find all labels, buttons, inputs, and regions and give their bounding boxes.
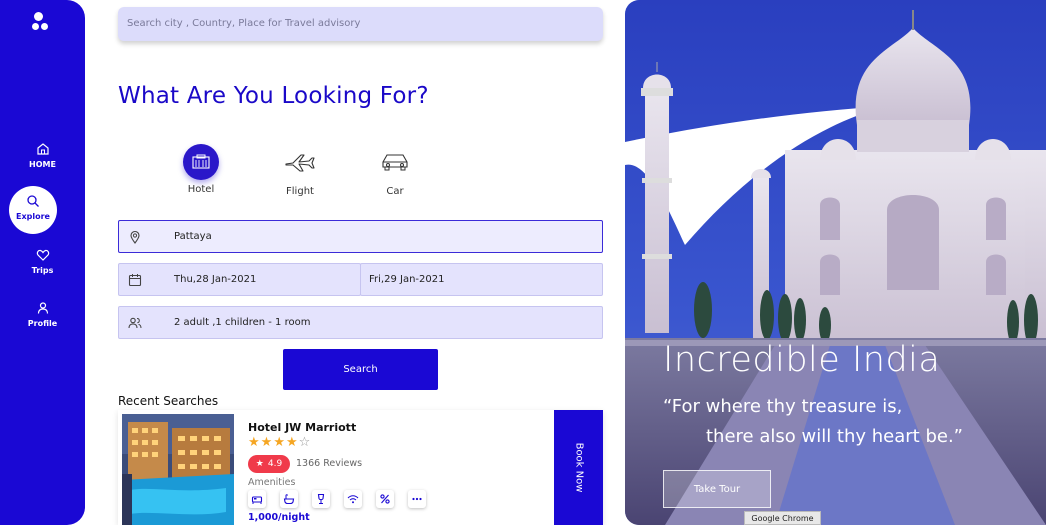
star-empty-icon: ☆ — [298, 435, 312, 450]
drink-icon — [312, 490, 330, 508]
sidebar-item-profile[interactable]: Profile — [0, 301, 85, 328]
search-input[interactable]: Search city , Country, Place for Travel … — [118, 7, 603, 41]
location-value: Pattaya — [174, 231, 212, 242]
sidebar: HOME Explore Trips Profile — [0, 0, 85, 525]
book-now-button[interactable]: Book Now — [554, 410, 603, 525]
category-car[interactable]: Car — [365, 144, 425, 197]
search-placeholder: Search city , Country, Place for Travel … — [127, 18, 361, 29]
book-now-label: Book Now — [573, 442, 584, 493]
guests-value: 2 adult ,1 children - 1 room — [174, 317, 311, 328]
sidebar-item-explore[interactable]: Explore — [9, 186, 57, 234]
hotel-image — [122, 414, 234, 525]
percent-icon — [376, 490, 394, 508]
star-icon: ★ — [248, 435, 261, 450]
search-icon — [27, 195, 39, 207]
sidebar-item-home[interactable]: HOME — [0, 142, 85, 169]
hero-title: Incredible India — [663, 340, 941, 380]
star-icon: ★ — [285, 435, 299, 450]
price: 1,000/night — [248, 512, 310, 523]
checkout-value: Fri,29 Jan-2021 — [369, 274, 445, 285]
app-page: HOME Explore Trips Profile Search city ,… — [0, 0, 1046, 525]
search-button[interactable]: Search — [283, 349, 438, 390]
more-icon[interactable] — [408, 490, 426, 508]
reviews-count: 1366 Reviews — [296, 458, 363, 469]
rating-value: 4.9 — [267, 459, 283, 469]
airplane-icon — [282, 144, 318, 180]
location-field[interactable]: Pattaya — [118, 220, 603, 253]
sidebar-item-label: Trips — [31, 266, 54, 275]
star-icon: ★ — [255, 459, 264, 469]
checkout-field[interactable]: Fri,29 Jan-2021 — [360, 263, 603, 296]
category-flight[interactable]: Flight — [270, 144, 330, 197]
recent-searches-title: Recent Searches — [118, 394, 219, 408]
checkin-field[interactable]: Thu,28 Jan-2021 — [118, 263, 361, 296]
heart-icon — [36, 249, 49, 261]
star-icon: ★ — [260, 435, 274, 450]
tooltip: Google Chrome — [744, 511, 821, 525]
category-label: Car — [386, 186, 404, 197]
sidebar-item-trips[interactable]: Trips — [0, 248, 85, 275]
car-icon — [377, 144, 413, 180]
hero-quote-line2: there also will thy heart be.” — [706, 426, 964, 447]
hero-quote-line1: “For where thy treasure is, — [663, 396, 903, 417]
page-title: What Are You Looking For? — [118, 83, 429, 109]
hotel-icon — [183, 144, 219, 180]
bed-icon — [248, 490, 266, 508]
checkin-value: Thu,28 Jan-2021 — [174, 274, 257, 285]
sidebar-item-label: HOME — [29, 160, 56, 169]
hotel-card[interactable]: Hotel JW Marriott ★★★★☆ ★ 4.9 1366 Review… — [118, 410, 603, 525]
calendar-icon — [128, 273, 142, 286]
logo-icon[interactable] — [32, 12, 52, 32]
location-pin-icon — [130, 230, 140, 244]
hotel-name: Hotel JW Marriott — [248, 421, 357, 434]
category-label: Flight — [286, 186, 314, 197]
guests-field[interactable]: 2 adult ,1 children - 1 room — [118, 306, 603, 339]
hero-banner: Incredible India “For where thy treasure… — [625, 0, 1046, 525]
sidebar-item-label: Explore — [16, 212, 50, 221]
user-icon — [37, 302, 48, 314]
take-tour-button[interactable]: Take Tour — [663, 470, 771, 508]
star-icon: ★ — [273, 435, 286, 450]
home-icon — [36, 143, 49, 155]
sidebar-item-label: Profile — [27, 319, 58, 328]
bath-icon — [280, 490, 298, 508]
category-hotel[interactable]: Hotel — [171, 144, 231, 195]
amenities-label: Amenities — [248, 477, 296, 488]
star-rating: ★★★★☆ — [248, 435, 311, 450]
wifi-icon — [344, 490, 362, 508]
category-label: Hotel — [187, 184, 215, 195]
rating-badge: ★ 4.9 — [248, 455, 290, 473]
users-icon — [128, 317, 142, 328]
